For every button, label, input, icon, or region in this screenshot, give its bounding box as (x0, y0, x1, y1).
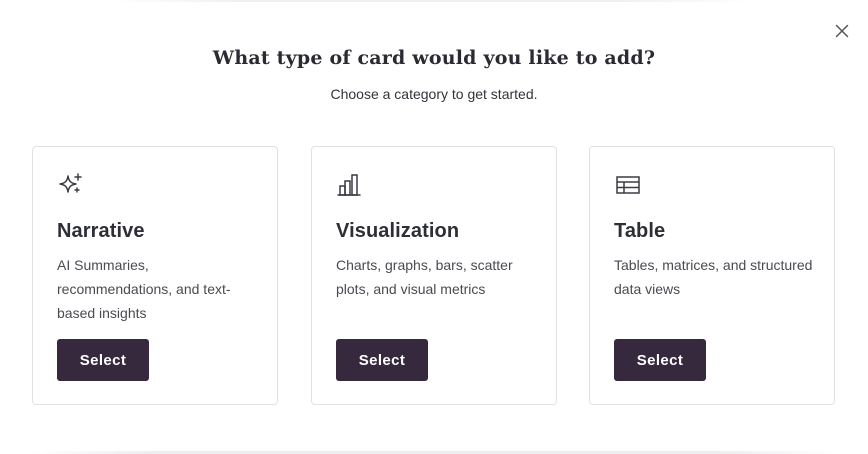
card-title: Visualization (336, 220, 460, 242)
table-icon (614, 171, 642, 199)
select-visualization-button[interactable]: Select (336, 339, 428, 381)
close-button[interactable] (832, 21, 852, 41)
card-visualization: Visualization Charts, graphs, bars, scat… (311, 146, 557, 405)
modal-title: What type of card would you like to add? (212, 47, 656, 69)
card-narrative: Narrative AI Summaries, recommendations,… (32, 146, 278, 405)
add-card-modal: What type of card would you like to add?… (0, 0, 868, 454)
card-description: Tables, matrices, and structured data vi… (614, 257, 813, 297)
card-title: Table (614, 220, 666, 242)
card-table: Table Tables, matrices, and structured d… (589, 146, 835, 405)
bar-chart-icon (336, 171, 364, 199)
card-description: Charts, graphs, bars, scatter plots, and… (336, 257, 513, 297)
card-description: AI Summaries, recommendations, and text-… (57, 257, 231, 321)
close-icon (835, 24, 849, 38)
card-title: Narrative (57, 220, 145, 242)
select-table-button[interactable]: Select (614, 339, 706, 381)
top-divider (110, 0, 750, 2)
sparkles-icon (57, 171, 85, 199)
select-narrative-button[interactable]: Select (57, 339, 149, 381)
modal-subtitle: Choose a category to get started. (330, 86, 538, 102)
